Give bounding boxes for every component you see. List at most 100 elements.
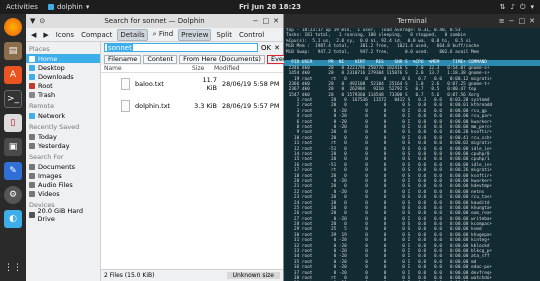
- place-home[interactable]: Home: [26, 54, 100, 63]
- file-name: dolphin.txt: [135, 102, 171, 110]
- dolphin-dock-icon[interactable]: ◐: [4, 210, 22, 228]
- dock: ▤ A >_ ▯ ▣ ✎ ⚙ ◐ ⋮⋮: [0, 14, 26, 281]
- column-modified[interactable]: Modified: [214, 65, 240, 72]
- column-name[interactable]: Name: [104, 65, 192, 72]
- status-size: Unknown size: [226, 272, 280, 279]
- filter-filename-button[interactable]: Filename: [104, 54, 142, 64]
- view-icons-button[interactable]: Icons: [54, 30, 76, 40]
- clock[interactable]: Fri Jun 28 18:23: [239, 3, 301, 11]
- terminal-output[interactable]: top - 18:23:17 up 19 min, 1 user, load a…: [284, 28, 540, 281]
- view-compact-button[interactable]: Compact: [79, 30, 114, 40]
- minimize-icon[interactable]: −: [253, 17, 259, 25]
- place-network[interactable]: Network: [26, 111, 100, 120]
- filter-content-button[interactable]: Content: [143, 54, 178, 64]
- volume-icon: ♪: [510, 2, 515, 11]
- column-size[interactable]: Size: [192, 65, 214, 72]
- window-menu[interactable]: ▼ ⊙: [30, 17, 45, 25]
- control-menu-button[interactable]: Control: [237, 30, 266, 40]
- places-panel: Places Home Desktop Downloads Root Trash…: [26, 42, 100, 281]
- place-trash-label: Trash: [38, 90, 56, 99]
- show-apps-icon[interactable]: ⋮⋮: [4, 259, 22, 277]
- hard-drive-icon: [29, 211, 35, 218]
- status-bar: 2 Files (15.0 KiB) Unknown size: [101, 269, 283, 281]
- find-button[interactable]: ⌕ Find: [151, 29, 176, 40]
- recent-yesterday[interactable]: Yesterday: [26, 141, 100, 150]
- pin-icon[interactable]: ⊙: [39, 17, 45, 25]
- software-icon[interactable]: A: [4, 66, 22, 84]
- search-filter-row: Filename Content From Here (Documents) E…: [101, 53, 314, 65]
- app-menu-label: dolphin: [56, 3, 83, 11]
- file-size: 11.7 KiB: [202, 76, 217, 92]
- recent-header: Recently Saved: [29, 123, 80, 131]
- filter-from-here-button[interactable]: From Here (Documents): [179, 54, 265, 64]
- split-button[interactable]: Split: [214, 30, 234, 40]
- firefox-icon[interactable]: [4, 18, 22, 36]
- file-row[interactable]: dolphin.txt 3.3 KiB 28/06/19 5:57 PM: [101, 95, 283, 117]
- search-images-label: Images: [38, 171, 62, 180]
- system-tray[interactable]: ⇅ ♪ ⏻ ▾: [500, 3, 534, 12]
- window-menu-icon[interactable]: ▼: [30, 17, 35, 25]
- file-name: baloo.txt: [135, 80, 164, 88]
- text-file-icon: [121, 78, 130, 90]
- document-viewer-icon[interactable]: ▯: [4, 114, 22, 132]
- power-icon: ⏻: [519, 2, 526, 11]
- network-icon: ⇅: [499, 2, 506, 11]
- file-size: 3.3 KiB: [194, 102, 217, 110]
- activities-button[interactable]: Activities: [6, 3, 38, 11]
- file-modified: 28/06/19 5:57 PM: [222, 102, 280, 110]
- search-videos-label: Videos: [38, 189, 60, 198]
- search-row: sonnet OK ✕: [101, 42, 283, 53]
- place-downloads[interactable]: Downloads: [26, 72, 100, 81]
- search-ok-button[interactable]: OK: [261, 44, 271, 52]
- back-icon[interactable]: ◀: [29, 30, 38, 40]
- close-search-icon[interactable]: ✕: [274, 44, 280, 52]
- place-network-label: Network: [38, 111, 66, 120]
- desktop-icon: [29, 64, 35, 71]
- search-input-value: sonnet: [107, 43, 133, 52]
- recent-today-label: Today: [38, 132, 57, 141]
- search-audio[interactable]: Audio Files: [26, 180, 100, 189]
- terminal-window-controls: ≡ − □ ✕: [499, 17, 535, 25]
- search-icon: ⌕: [152, 30, 157, 38]
- search-documents-label: Documents: [38, 162, 76, 171]
- places-header: Places: [29, 45, 50, 53]
- remote-header: Remote: [29, 102, 55, 110]
- place-root[interactable]: Root: [26, 81, 100, 90]
- maximize-icon[interactable]: □: [519, 17, 526, 25]
- place-home-label: Home: [38, 54, 58, 63]
- file-modified: 28/06/19 5:58 PM: [222, 80, 280, 88]
- file-row[interactable]: baloo.txt 11.7 KiB 28/06/19 5:58 PM: [101, 73, 283, 95]
- close-icon[interactable]: ✕: [273, 17, 279, 25]
- minimize-icon[interactable]: −: [509, 17, 515, 25]
- search-input[interactable]: sonnet: [104, 43, 259, 52]
- settings-icon[interactable]: ⚙: [4, 186, 22, 204]
- forward-icon[interactable]: ▶: [41, 30, 50, 40]
- view-details-button[interactable]: Details: [117, 28, 148, 41]
- dolphin-window: ▼ ⊙ Search for sonnet — Dolphin − □ ✕ ◀ …: [26, 14, 314, 281]
- terminal-icon[interactable]: >_: [4, 90, 22, 108]
- device-hard-drive[interactable]: 20.0 GiB Hard Drive: [26, 207, 100, 223]
- dolphin-titlebar[interactable]: ▼ ⊙ Search for sonnet — Dolphin − □ ✕: [26, 14, 283, 28]
- search-documents[interactable]: Documents: [26, 162, 100, 171]
- close-icon[interactable]: ✕: [529, 17, 535, 25]
- image-viewer-icon[interactable]: ▣: [4, 138, 22, 156]
- audio-icon: [29, 181, 35, 188]
- recent-today[interactable]: Today: [26, 132, 100, 141]
- hamburger-menu-icon[interactable]: ≡: [499, 17, 505, 25]
- search-images[interactable]: Images: [26, 171, 100, 180]
- recent-yesterday-label: Yesterday: [38, 141, 70, 150]
- place-desktop[interactable]: Desktop: [26, 63, 100, 72]
- preview-button[interactable]: Preview: [178, 28, 212, 41]
- terminal-window[interactable]: Terminal ≡ − □ ✕ top - 18:23:17 up 19 mi…: [284, 14, 540, 281]
- home-icon: [29, 55, 35, 62]
- maximize-icon[interactable]: □: [263, 17, 270, 25]
- search-videos[interactable]: Videos: [26, 189, 100, 198]
- terminal-titlebar[interactable]: Terminal ≡ − □ ✕: [284, 14, 540, 28]
- files-icon[interactable]: ▤: [4, 42, 22, 60]
- network-folder-icon: [29, 112, 35, 119]
- text-file-icon: [121, 100, 130, 112]
- chevron-down-icon: ▾: [85, 3, 90, 11]
- place-trash[interactable]: Trash: [26, 90, 100, 99]
- app-menu[interactable]: dolphin ▾: [47, 3, 90, 11]
- text-editor-icon[interactable]: ✎: [4, 162, 22, 180]
